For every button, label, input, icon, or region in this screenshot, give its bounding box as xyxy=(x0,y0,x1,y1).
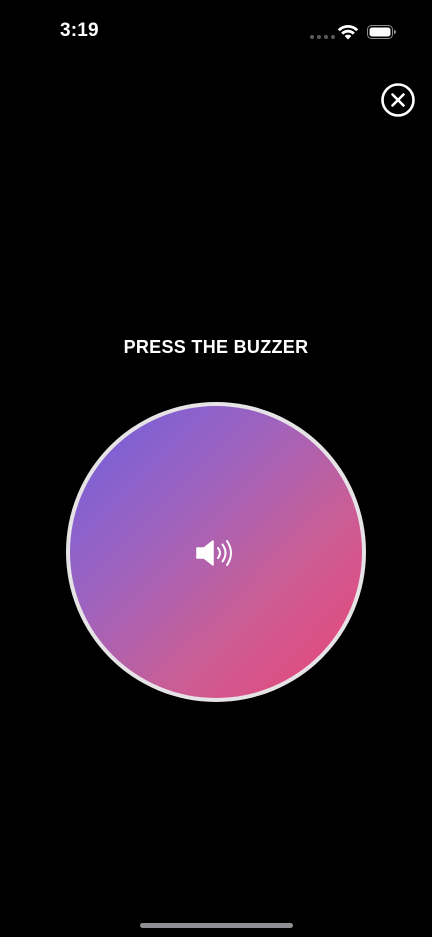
buzzer-button[interactable] xyxy=(66,402,366,702)
close-button[interactable] xyxy=(380,82,416,118)
status-bar: 3:19 xyxy=(0,0,432,60)
battery-icon xyxy=(367,25,396,39)
status-time: 3:19 xyxy=(60,20,99,41)
signal-dots-icon xyxy=(310,35,335,39)
buzzer-face[interactable] xyxy=(70,406,362,698)
wifi-icon xyxy=(337,24,359,40)
speaker-icon xyxy=(196,540,232,566)
close-circle-icon xyxy=(381,83,415,117)
buzzer-prompt: PRESS THE BUZZER xyxy=(123,337,309,357)
home-indicator[interactable] xyxy=(140,923,293,928)
